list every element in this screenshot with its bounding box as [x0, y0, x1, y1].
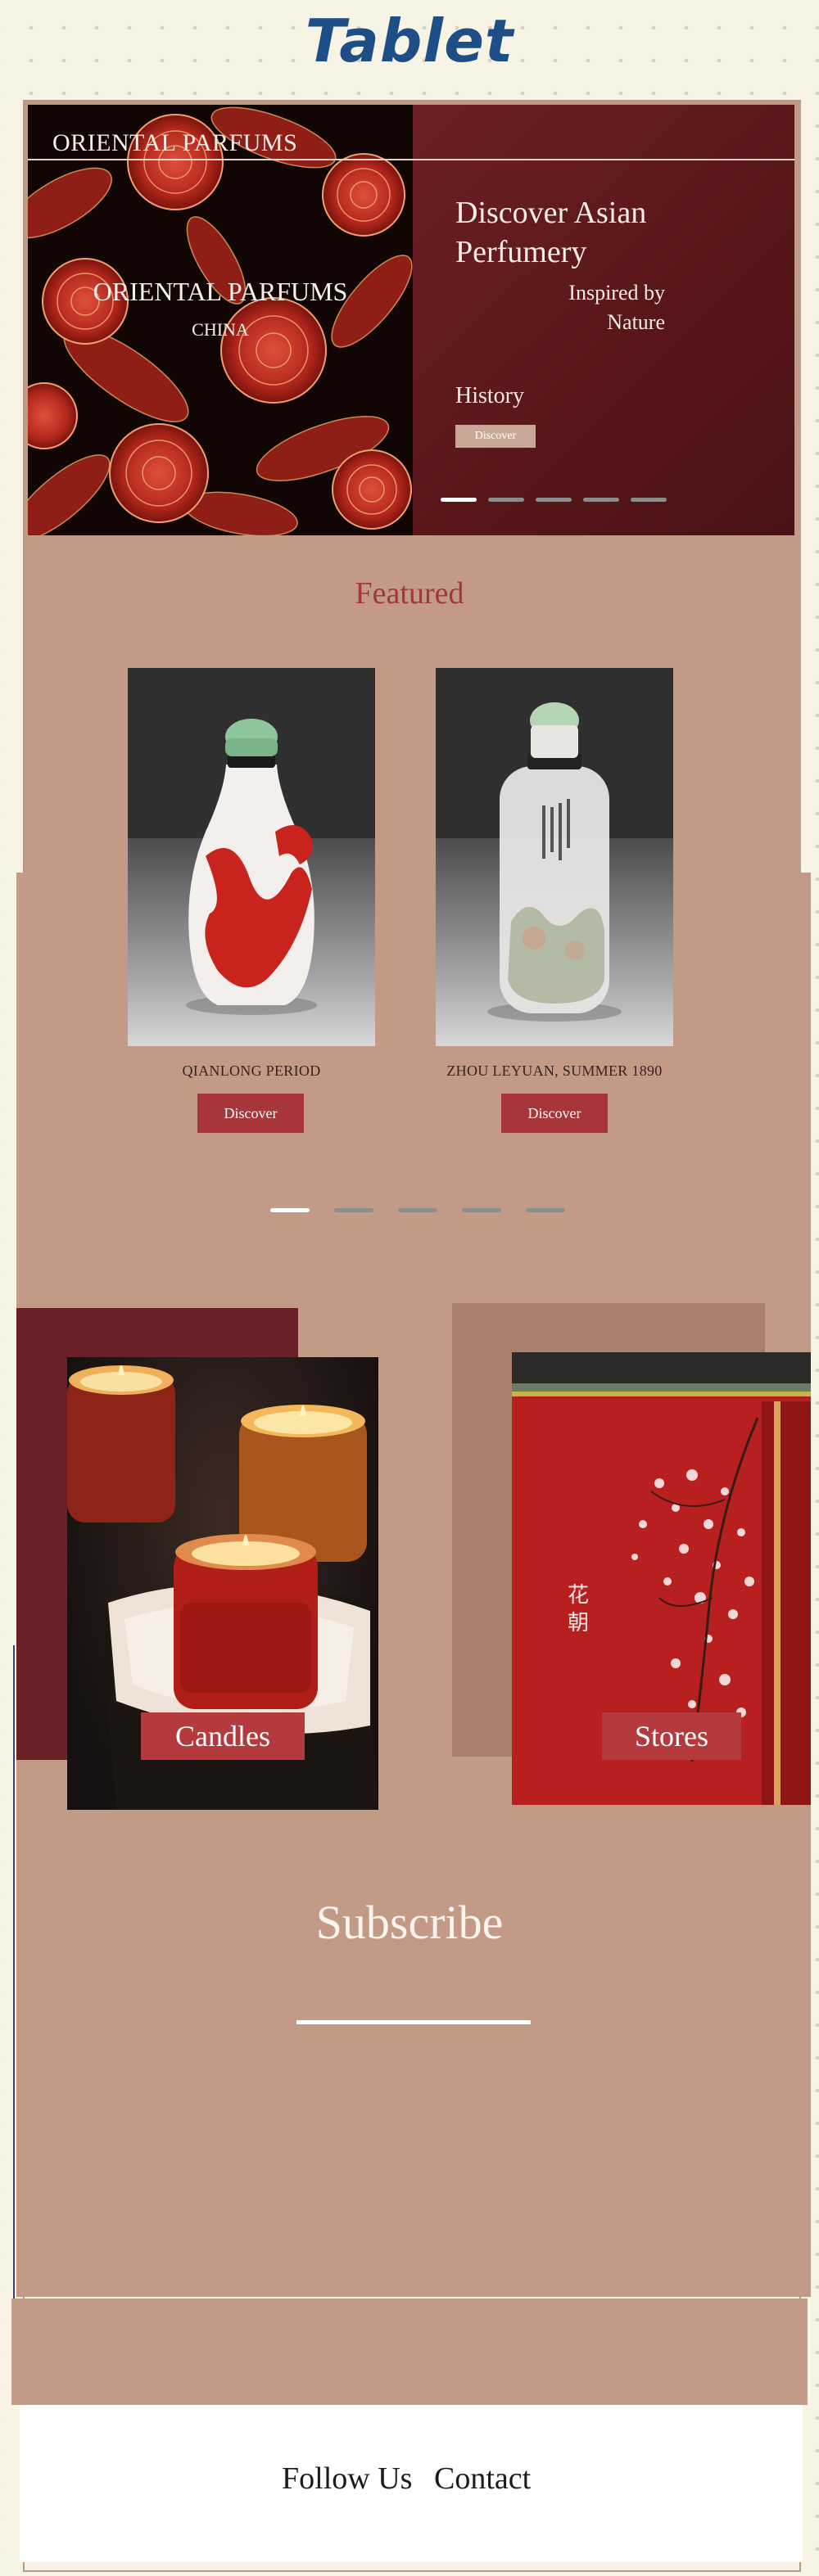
category-label-stores[interactable]: Stores	[602, 1712, 741, 1760]
hero-discover-button[interactable]: Discover	[455, 425, 536, 448]
carousel-dot-1[interactable]	[441, 498, 477, 502]
brand-name: ORIENTAL PARFUMS	[93, 277, 348, 306]
featured-dot-4[interactable]	[462, 1208, 501, 1212]
featured-carousel-indicators	[270, 1208, 565, 1212]
hero-divider-line	[28, 159, 794, 160]
carousel-dot-3[interactable]	[536, 498, 572, 502]
featured-dot-5[interactable]	[526, 1208, 565, 1212]
subscribe-title[interactable]: Subscribe	[0, 1895, 819, 1950]
footer-link-contact[interactable]: Contact	[434, 2461, 531, 2497]
footer-link-follow-us[interactable]: Follow Us	[282, 2461, 412, 2497]
featured-dot-3[interactable]	[398, 1208, 437, 1212]
product-name-2: ZHOU LEYUAN, SUMMER 1890	[446, 1062, 663, 1079]
hero-carousel-indicators	[441, 498, 667, 502]
product-image-qianlong[interactable]	[128, 668, 375, 1046]
product-discover-button-2[interactable]: Discover	[501, 1094, 608, 1133]
hero-section-label: History	[455, 383, 524, 408]
featured-title: Featured	[355, 576, 464, 611]
subscribe-input-underline[interactable]	[296, 2020, 531, 2024]
bottom-panel	[11, 2299, 808, 2405]
brand-logo-text[interactable]: ORIENTAL PARFUMS	[52, 129, 297, 157]
featured-dot-1[interactable]	[270, 1208, 310, 1212]
hero-carousel[interactable]: ORIENTAL PARFUMS ORIENTAL PARFUMS CHINA …	[28, 105, 794, 535]
snuff-bottle-painted-icon	[487, 702, 622, 1022]
page-title: Tablet	[305, 7, 514, 75]
snuff-bottle-red-icon	[186, 719, 317, 1015]
product-discover-button-1[interactable]: Discover	[197, 1094, 304, 1133]
hero-tagline: Inspired by Nature	[568, 281, 665, 334]
product-name-1: QIANLONG PERIOD	[182, 1062, 321, 1079]
hero-headline: Discover Asian Perfumery	[455, 196, 647, 269]
category-label-candles[interactable]: Candles	[141, 1712, 305, 1760]
brand-country: CHINA	[192, 319, 249, 340]
carousel-dot-5[interactable]	[631, 498, 667, 502]
product-image-zhou-leyuan[interactable]	[436, 668, 673, 1046]
featured-dot-2[interactable]	[334, 1208, 373, 1212]
candles-image[interactable]: Candles	[67, 1357, 378, 1810]
carousel-dot-2[interactable]	[488, 498, 524, 502]
store-image-caption: 花朝	[568, 1583, 590, 1635]
panel-edge-line	[13, 1645, 15, 2300]
carousel-dot-4[interactable]	[583, 498, 619, 502]
stores-image[interactable]: 花朝 Stores	[512, 1352, 811, 1805]
